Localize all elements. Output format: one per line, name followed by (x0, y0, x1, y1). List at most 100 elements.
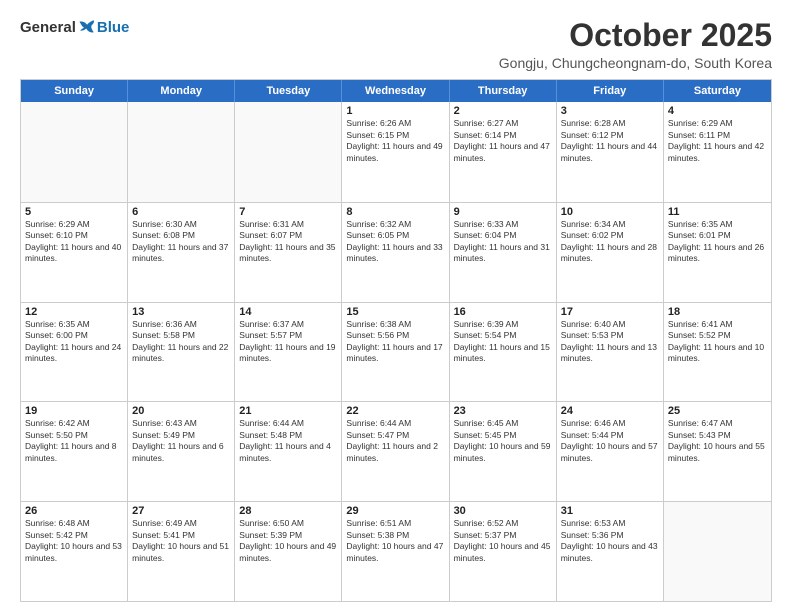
day-number: 24 (561, 405, 659, 417)
calendar-cell: 29Sunrise: 6:51 AM Sunset: 5:38 PM Dayli… (342, 502, 449, 601)
calendar-row-1: 1Sunrise: 6:26 AM Sunset: 6:15 PM Daylig… (21, 102, 771, 202)
day-number: 16 (454, 306, 552, 318)
header: General Blue October 2025 Gongju, Chungc… (20, 18, 772, 71)
page: General Blue October 2025 Gongju, Chungc… (0, 0, 792, 612)
calendar-cell: 26Sunrise: 6:48 AM Sunset: 5:42 PM Dayli… (21, 502, 128, 601)
day-number: 22 (346, 405, 444, 417)
month-title: October 2025 (499, 18, 772, 53)
header-day-friday: Friday (557, 80, 664, 102)
cell-info: Sunrise: 6:51 AM Sunset: 5:38 PM Dayligh… (346, 518, 444, 564)
cell-info: Sunrise: 6:26 AM Sunset: 6:15 PM Dayligh… (346, 118, 444, 164)
cell-info: Sunrise: 6:50 AM Sunset: 5:39 PM Dayligh… (239, 518, 337, 564)
cell-info: Sunrise: 6:31 AM Sunset: 6:07 PM Dayligh… (239, 219, 337, 265)
cell-info: Sunrise: 6:44 AM Sunset: 5:48 PM Dayligh… (239, 418, 337, 464)
cell-info: Sunrise: 6:29 AM Sunset: 6:11 PM Dayligh… (668, 118, 767, 164)
day-number: 20 (132, 405, 230, 417)
header-day-wednesday: Wednesday (342, 80, 449, 102)
day-number: 25 (668, 405, 767, 417)
cell-info: Sunrise: 6:39 AM Sunset: 5:54 PM Dayligh… (454, 319, 552, 365)
logo-blue: Blue (97, 19, 130, 36)
calendar-cell: 31Sunrise: 6:53 AM Sunset: 5:36 PM Dayli… (557, 502, 664, 601)
calendar-cell: 24Sunrise: 6:46 AM Sunset: 5:44 PM Dayli… (557, 402, 664, 501)
cell-info: Sunrise: 6:43 AM Sunset: 5:49 PM Dayligh… (132, 418, 230, 464)
day-number: 29 (346, 505, 444, 517)
day-number: 18 (668, 306, 767, 318)
calendar-cell (21, 102, 128, 202)
calendar-cell: 28Sunrise: 6:50 AM Sunset: 5:39 PM Dayli… (235, 502, 342, 601)
calendar-cell: 20Sunrise: 6:43 AM Sunset: 5:49 PM Dayli… (128, 402, 235, 501)
day-number: 26 (25, 505, 123, 517)
day-number: 4 (668, 105, 767, 117)
header-day-saturday: Saturday (664, 80, 771, 102)
cell-info: Sunrise: 6:45 AM Sunset: 5:45 PM Dayligh… (454, 418, 552, 464)
cell-info: Sunrise: 6:46 AM Sunset: 5:44 PM Dayligh… (561, 418, 659, 464)
day-number: 3 (561, 105, 659, 117)
calendar-cell: 10Sunrise: 6:34 AM Sunset: 6:02 PM Dayli… (557, 203, 664, 302)
calendar-cell: 8Sunrise: 6:32 AM Sunset: 6:05 PM Daylig… (342, 203, 449, 302)
calendar-cell (235, 102, 342, 202)
cell-info: Sunrise: 6:32 AM Sunset: 6:05 PM Dayligh… (346, 219, 444, 265)
day-number: 14 (239, 306, 337, 318)
day-number: 17 (561, 306, 659, 318)
day-number: 28 (239, 505, 337, 517)
day-number: 23 (454, 405, 552, 417)
calendar-cell: 21Sunrise: 6:44 AM Sunset: 5:48 PM Dayli… (235, 402, 342, 501)
day-number: 30 (454, 505, 552, 517)
day-number: 15 (346, 306, 444, 318)
logo-general: General (20, 19, 76, 36)
cell-info: Sunrise: 6:38 AM Sunset: 5:56 PM Dayligh… (346, 319, 444, 365)
day-number: 10 (561, 206, 659, 218)
calendar: SundayMondayTuesdayWednesdayThursdayFrid… (20, 79, 772, 602)
calendar-cell: 6Sunrise: 6:30 AM Sunset: 6:08 PM Daylig… (128, 203, 235, 302)
calendar-cell: 13Sunrise: 6:36 AM Sunset: 5:58 PM Dayli… (128, 303, 235, 402)
calendar-header: SundayMondayTuesdayWednesdayThursdayFrid… (21, 80, 771, 102)
cell-info: Sunrise: 6:41 AM Sunset: 5:52 PM Dayligh… (668, 319, 767, 365)
calendar-cell: 1Sunrise: 6:26 AM Sunset: 6:15 PM Daylig… (342, 102, 449, 202)
calendar-cell: 4Sunrise: 6:29 AM Sunset: 6:11 PM Daylig… (664, 102, 771, 202)
cell-info: Sunrise: 6:40 AM Sunset: 5:53 PM Dayligh… (561, 319, 659, 365)
cell-info: Sunrise: 6:49 AM Sunset: 5:41 PM Dayligh… (132, 518, 230, 564)
cell-info: Sunrise: 6:35 AM Sunset: 6:00 PM Dayligh… (25, 319, 123, 365)
calendar-cell: 27Sunrise: 6:49 AM Sunset: 5:41 PM Dayli… (128, 502, 235, 601)
day-number: 5 (25, 206, 123, 218)
cell-info: Sunrise: 6:44 AM Sunset: 5:47 PM Dayligh… (346, 418, 444, 464)
day-number: 19 (25, 405, 123, 417)
cell-info: Sunrise: 6:48 AM Sunset: 5:42 PM Dayligh… (25, 518, 123, 564)
calendar-cell: 14Sunrise: 6:37 AM Sunset: 5:57 PM Dayli… (235, 303, 342, 402)
day-number: 8 (346, 206, 444, 218)
calendar-cell: 15Sunrise: 6:38 AM Sunset: 5:56 PM Dayli… (342, 303, 449, 402)
calendar-cell: 3Sunrise: 6:28 AM Sunset: 6:12 PM Daylig… (557, 102, 664, 202)
calendar-row-4: 19Sunrise: 6:42 AM Sunset: 5:50 PM Dayli… (21, 401, 771, 501)
calendar-body: 1Sunrise: 6:26 AM Sunset: 6:15 PM Daylig… (21, 102, 771, 601)
calendar-cell (128, 102, 235, 202)
header-day-tuesday: Tuesday (235, 80, 342, 102)
calendar-cell: 17Sunrise: 6:40 AM Sunset: 5:53 PM Dayli… (557, 303, 664, 402)
cell-info: Sunrise: 6:27 AM Sunset: 6:14 PM Dayligh… (454, 118, 552, 164)
day-number: 2 (454, 105, 552, 117)
day-number: 11 (668, 206, 767, 218)
calendar-cell (664, 502, 771, 601)
cell-info: Sunrise: 6:52 AM Sunset: 5:37 PM Dayligh… (454, 518, 552, 564)
header-day-thursday: Thursday (450, 80, 557, 102)
calendar-cell: 16Sunrise: 6:39 AM Sunset: 5:54 PM Dayli… (450, 303, 557, 402)
calendar-cell: 2Sunrise: 6:27 AM Sunset: 6:14 PM Daylig… (450, 102, 557, 202)
calendar-cell: 22Sunrise: 6:44 AM Sunset: 5:47 PM Dayli… (342, 402, 449, 501)
cell-info: Sunrise: 6:37 AM Sunset: 5:57 PM Dayligh… (239, 319, 337, 365)
cell-info: Sunrise: 6:33 AM Sunset: 6:04 PM Dayligh… (454, 219, 552, 265)
calendar-cell: 12Sunrise: 6:35 AM Sunset: 6:00 PM Dayli… (21, 303, 128, 402)
calendar-cell: 30Sunrise: 6:52 AM Sunset: 5:37 PM Dayli… (450, 502, 557, 601)
cell-info: Sunrise: 6:30 AM Sunset: 6:08 PM Dayligh… (132, 219, 230, 265)
calendar-cell: 25Sunrise: 6:47 AM Sunset: 5:43 PM Dayli… (664, 402, 771, 501)
calendar-row-3: 12Sunrise: 6:35 AM Sunset: 6:00 PM Dayli… (21, 302, 771, 402)
cell-info: Sunrise: 6:47 AM Sunset: 5:43 PM Dayligh… (668, 418, 767, 464)
location: Gongju, Chungcheongnam-do, South Korea (499, 55, 772, 71)
day-number: 12 (25, 306, 123, 318)
header-day-monday: Monday (128, 80, 235, 102)
logo-bird-icon (78, 18, 96, 36)
calendar-row-2: 5Sunrise: 6:29 AM Sunset: 6:10 PM Daylig… (21, 202, 771, 302)
calendar-row-5: 26Sunrise: 6:48 AM Sunset: 5:42 PM Dayli… (21, 501, 771, 601)
cell-info: Sunrise: 6:36 AM Sunset: 5:58 PM Dayligh… (132, 319, 230, 365)
logo: General Blue (20, 18, 129, 36)
cell-info: Sunrise: 6:42 AM Sunset: 5:50 PM Dayligh… (25, 418, 123, 464)
cell-info: Sunrise: 6:35 AM Sunset: 6:01 PM Dayligh… (668, 219, 767, 265)
